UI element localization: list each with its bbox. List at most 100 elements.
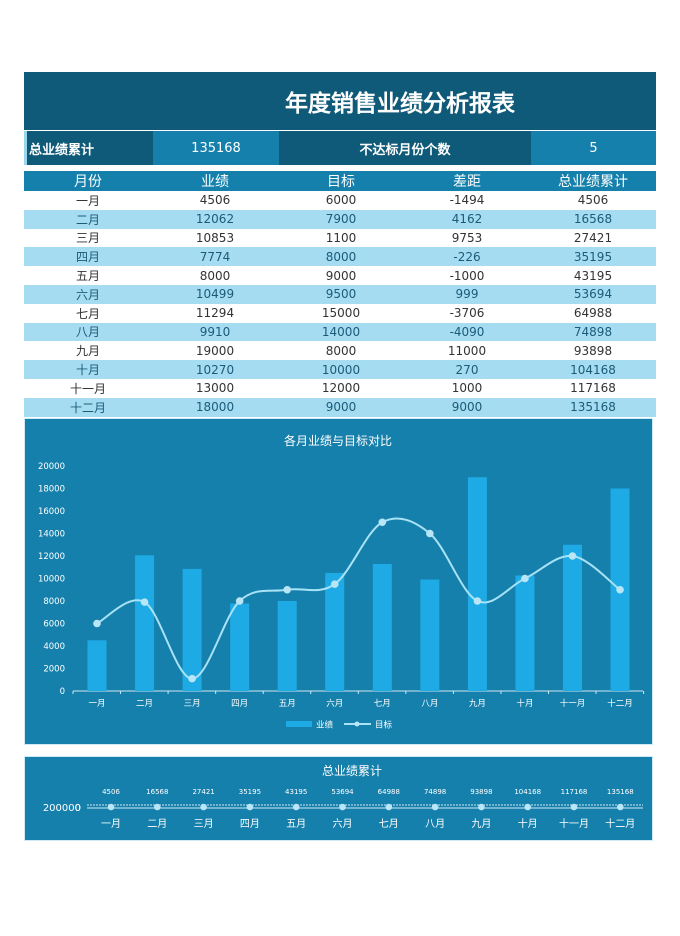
cell-month[interactable]: 一月 (24, 191, 152, 210)
bar-sales[interactable] (135, 555, 155, 691)
cell-month[interactable]: 三月 (24, 229, 152, 248)
cell-month[interactable]: 七月 (24, 304, 152, 323)
cell-target[interactable]: 8000 (278, 247, 404, 267)
cell-cumulative[interactable]: 64988 (530, 304, 656, 323)
cell-month[interactable]: 十一月 (24, 379, 152, 398)
cell-month[interactable]: 五月 (24, 266, 152, 285)
bar-sales[interactable] (277, 601, 297, 691)
bar-sales[interactable] (467, 477, 487, 691)
cell-target[interactable]: 9000 (278, 266, 404, 285)
bar-sales[interactable] (372, 563, 392, 691)
cell-target[interactable]: 9500 (278, 284, 404, 304)
cell-gap[interactable]: 9000 (404, 397, 530, 417)
cell-cumulative[interactable]: 16568 (530, 209, 656, 229)
cumulative-point[interactable] (246, 803, 254, 811)
cell-cumulative[interactable]: 74898 (530, 322, 656, 342)
cell-gap[interactable]: -3706 (404, 304, 530, 323)
cell-cumulative[interactable]: 35195 (530, 247, 656, 267)
target-point[interactable] (616, 585, 624, 594)
cell-month[interactable]: 八月 (24, 322, 152, 342)
cell-target[interactable]: 1100 (278, 229, 404, 248)
cumulative-chart-panel[interactable]: 总业绩累计 200000 0 4506 一月 16568 二月 27421 三月 35195 四月 4… (25, 757, 652, 840)
cumulative-point[interactable] (385, 803, 393, 811)
cumulative-point[interactable] (431, 803, 439, 811)
cell-target[interactable]: 14000 (278, 322, 404, 342)
cell-cumulative[interactable]: 27421 (530, 229, 656, 248)
cell-gap[interactable]: 270 (404, 360, 530, 379)
cell-sales[interactable]: 9910 (152, 322, 278, 342)
bar-sales[interactable] (182, 568, 202, 691)
cell-target[interactable]: 10000 (278, 360, 404, 379)
bar-sales[interactable] (515, 575, 535, 691)
target-point[interactable] (93, 619, 101, 628)
cumulative-point[interactable] (339, 803, 346, 811)
cell-month[interactable]: 二月 (24, 209, 152, 229)
cell-gap[interactable]: -226 (404, 247, 530, 267)
target-point[interactable] (235, 597, 244, 605)
cell-sales[interactable]: 18000 (152, 397, 278, 417)
cell-gap[interactable]: 1000 (404, 379, 530, 398)
cell-sales[interactable]: 12062 (152, 209, 278, 229)
header-gap[interactable]: 差距 (404, 171, 530, 191)
cumulative-point[interactable] (478, 803, 485, 811)
cell-target[interactable]: 7900 (278, 209, 404, 229)
target-line[interactable] (96, 517, 621, 680)
cell-cumulative[interactable]: 4506 (530, 191, 656, 210)
cell-sales[interactable]: 10499 (152, 284, 278, 304)
cell-sales[interactable]: 4506 (152, 191, 278, 210)
header-sales[interactable]: 业绩 (152, 171, 278, 191)
header-month[interactable]: 月份 (24, 171, 152, 191)
cell-gap[interactable]: 4162 (404, 209, 530, 229)
cumulative-point[interactable] (107, 803, 115, 811)
cumulative-point[interactable] (524, 803, 531, 811)
cell-sales[interactable]: 19000 (152, 341, 278, 360)
cell-month[interactable]: 十二月 (24, 397, 152, 417)
total-value[interactable]: 135168 (153, 131, 279, 165)
cell-cumulative[interactable]: 117168 (530, 379, 656, 398)
bar-sales[interactable] (325, 572, 345, 691)
cell-target[interactable]: 8000 (278, 341, 404, 360)
cell-cumulative[interactable]: 104168 (530, 360, 656, 379)
cumulative-point[interactable] (292, 803, 300, 811)
cumulative-point[interactable] (154, 803, 161, 811)
header-cumulative[interactable]: 总业绩累计 (530, 171, 656, 191)
cell-sales[interactable]: 8000 (152, 266, 278, 285)
cumulative-point[interactable] (200, 803, 207, 811)
target-point[interactable] (188, 674, 196, 683)
cell-cumulative[interactable]: 93898 (530, 341, 656, 360)
cell-sales[interactable]: 11294 (152, 304, 278, 323)
bar-sales[interactable] (420, 579, 440, 691)
comparison-chart-panel[interactable]: 各月业绩与目标对比 0 2000 4000 6000 8000 10000 12000 1400… (25, 419, 652, 744)
cell-gap[interactable]: 999 (404, 284, 530, 304)
cell-gap[interactable]: -4090 (404, 322, 530, 342)
cell-gap[interactable]: 9753 (404, 229, 530, 248)
target-point[interactable] (378, 518, 387, 527)
target-point[interactable] (568, 552, 577, 560)
target-point[interactable] (473, 597, 482, 605)
cell-target[interactable]: 12000 (278, 379, 404, 398)
unmet-months-value[interactable]: 5 (531, 131, 656, 165)
cell-sales[interactable]: 13000 (152, 379, 278, 398)
cell-month[interactable]: 六月 (24, 284, 152, 304)
cell-sales[interactable]: 10853 (152, 229, 278, 248)
cell-gap[interactable]: -1000 (404, 266, 530, 285)
cell-target[interactable]: 15000 (278, 304, 404, 323)
cell-target[interactable]: 9000 (278, 397, 404, 417)
cell-sales[interactable]: 10270 (152, 360, 278, 379)
bar-sales[interactable] (230, 603, 250, 691)
bar-sales[interactable] (87, 640, 107, 691)
cell-month[interactable]: 十月 (24, 360, 152, 379)
cumulative-point[interactable] (570, 803, 578, 811)
bar-sales[interactable] (563, 544, 582, 691)
cell-cumulative[interactable]: 43195 (530, 266, 656, 285)
target-point[interactable] (140, 598, 149, 606)
target-point[interactable] (426, 529, 434, 538)
cell-month[interactable]: 四月 (24, 247, 152, 267)
cumulative-point[interactable] (617, 803, 624, 811)
cell-target[interactable]: 6000 (278, 191, 404, 210)
target-point[interactable] (283, 585, 292, 594)
cell-month[interactable]: 九月 (24, 341, 152, 360)
cell-sales[interactable]: 7774 (152, 247, 278, 267)
cell-cumulative[interactable]: 135168 (530, 397, 656, 417)
cell-gap[interactable]: -1494 (404, 191, 530, 210)
